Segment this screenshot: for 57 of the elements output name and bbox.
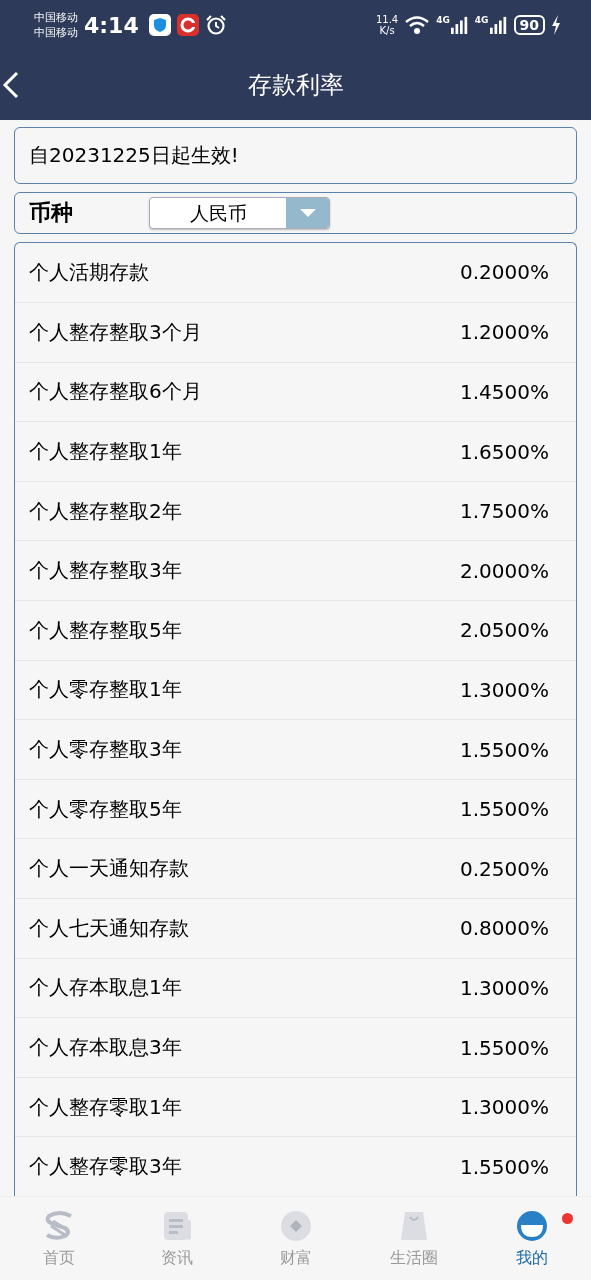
deposit-type: 个人整存整取1年 xyxy=(29,438,182,466)
interest-rate: 1.2000% xyxy=(460,320,549,345)
caret-icon xyxy=(299,208,316,217)
interest-rate: 1.3000% xyxy=(460,677,549,702)
deposit-type: 个人存本取息3年 xyxy=(29,1034,182,1061)
wifi-icon xyxy=(404,15,431,35)
shield-icon xyxy=(148,14,171,36)
clock-time: 4:14 xyxy=(84,12,139,38)
deposit-type: 个人零存整取1年 xyxy=(29,676,182,704)
interest-rate: 2.0000% xyxy=(460,558,549,583)
signal-icon xyxy=(489,15,508,35)
carrier-name: 中国移动 xyxy=(34,25,78,40)
alarm-icon xyxy=(204,14,227,36)
currency-dropdown[interactable]: 人民币 xyxy=(149,196,330,229)
interest-rate: 0.2500% xyxy=(460,856,549,881)
currency-label: 币种 xyxy=(29,198,74,227)
interest-rate: 1.5500% xyxy=(460,737,549,762)
interest-rate: 1.4500% xyxy=(460,380,549,404)
deposit-type: 个人零存整取5年 xyxy=(29,795,182,823)
interest-rate: 0.2000% xyxy=(460,260,549,285)
interest-rate: 1.6500% xyxy=(460,439,549,464)
deposit-type: 个人整存整取5年 xyxy=(29,616,182,644)
deposit-type: 个人整存整取6个月 xyxy=(29,378,202,406)
interest-rate: 0.8000% xyxy=(460,916,549,941)
deposit-type: 个人整存整取2年 xyxy=(29,497,182,525)
app-icon xyxy=(176,14,199,36)
tab-item[interactable]: 首页 xyxy=(0,1197,119,1280)
network-speed: K/s xyxy=(379,25,395,36)
charging-icon xyxy=(551,15,561,35)
tab-item[interactable]: 资讯 xyxy=(118,1197,237,1280)
battery-level: 90 xyxy=(513,15,545,35)
network-type: 4G xyxy=(436,15,450,25)
tab-item[interactable]: 我的 xyxy=(472,1197,591,1280)
page-title: 存款利率 xyxy=(247,71,344,99)
interest-rate: 2.0500% xyxy=(460,618,549,643)
deposit-type: 个人七天通知存款 xyxy=(29,914,189,942)
deposit-type: 个人整存零取1年 xyxy=(29,1093,182,1121)
notice-text: 自20231225日起生效! xyxy=(14,127,577,184)
interest-rate: 1.3000% xyxy=(460,1095,549,1120)
interest-rate: 1.5500% xyxy=(460,1035,549,1060)
deposit-type: 个人存本取息1年 xyxy=(29,974,182,1002)
deposit-type: 个人活期存款 xyxy=(29,258,149,286)
deposit-type: 个人一天通知存款 xyxy=(29,855,189,883)
network-speed: 11.4 xyxy=(375,14,399,25)
signal-icon xyxy=(450,15,469,35)
tab-item[interactable]: 财富 xyxy=(236,1197,355,1280)
deposit-type: 个人整存整取3个月 xyxy=(29,318,202,346)
network-type: 4G xyxy=(474,15,489,25)
deposit-type: 个人整存整取3年 xyxy=(29,557,182,585)
tab-item[interactable]: 生活圈 xyxy=(354,1197,473,1280)
interest-rate: 1.3000% xyxy=(460,975,549,1000)
interest-rate: 1.5500% xyxy=(460,797,549,822)
interest-rate: 1.5500% xyxy=(460,1154,549,1179)
interest-rate: 1.7500% xyxy=(460,499,549,524)
carrier-name: 中国移动 xyxy=(34,10,78,25)
deposit-type: 个人整存零取3年 xyxy=(29,1153,182,1181)
deposit-type: 个人零存整取3年 xyxy=(29,736,182,764)
